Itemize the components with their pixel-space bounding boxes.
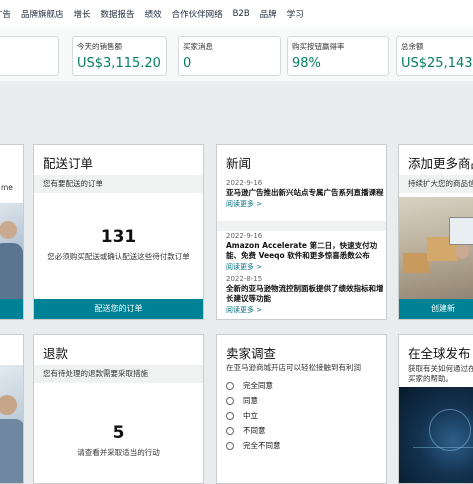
metric-card-partial[interactable] [0,36,59,76]
survey-option[interactable]: 完全同意 [226,380,273,391]
metric-label: 总余额 [401,42,424,51]
metric-label: 购买按钮赢得率 [292,42,345,51]
orders-description: 您必须购买配送或确认配送这些待付款订单 [47,252,190,261]
nav-b2b[interactable]: B2B [233,9,250,19]
metric-sales-today[interactable]: 今天的销售额 US$3,115.20 [72,36,167,76]
metric-buybox-rate[interactable]: 购买按钮赢得率 98% [287,36,389,76]
radio-button[interactable] [226,396,234,405]
nav-performance[interactable]: 绩效 [145,8,162,20]
global-description: 获取有关如何通过在 买家的帮助。 [408,364,473,384]
metric-value: US$25,143.94 [401,56,473,71]
card-title: 添加更多商品 [408,156,473,171]
orders-card: 配送订单 您有要配送的订单 131 您必须购买配送或确认配送这些待付款订单 配送… [33,144,204,320]
left-partial-card-bottom [0,334,24,484]
card-title: 卖家调查 [226,346,277,361]
news-card: 新闻 2022-9-16 亚马逊广告推出新兴站点专属广告系列直播课程 阅读更多 … [216,144,387,320]
news-divider [217,221,386,231]
metric-total-balance[interactable]: 总余额 US$25,143.94 [396,36,473,76]
nav-growth[interactable]: 增长 [74,8,91,20]
metric-value: 0 [183,56,192,71]
add-products-card: 添加更多商品 持续扩大您的商品信息 创建新 [398,144,473,320]
option-label: 同意 [243,396,258,405]
orders-count[interactable]: 131 [34,227,203,247]
read-more-link[interactable]: 阅读更多 > [226,305,386,315]
card-subtitle: 持续扩大您的商品信息 [399,175,473,193]
read-more-link[interactable]: 阅读更多 > [226,199,386,209]
left-partial-card-top: me [0,144,24,320]
partial-text: me [1,183,13,192]
news-item: 2022-9-16 亚马逊广告推出新兴站点专属广告系列直播课程 阅读更多 > [226,179,386,209]
warehouse-photo [399,197,473,301]
survey-question: 在亚马逊商城开店可以轻松接触到有利润 [226,363,361,372]
news-headline[interactable]: 全新的亚马逊物流控制面板提供了绩效指标和增长建议等功能 [226,284,386,304]
news-date: 2022-9-16 [226,179,263,187]
top-nav: 广告 品牌旗舰店 增长 数据报告 绩效 合作伙伴网络 B2B 品牌 学习 [0,0,473,28]
option-label: 不同意 [243,426,266,435]
metric-label: 买家消息 [183,42,213,51]
create-listing-button[interactable]: 创建新 [399,299,473,319]
refunds-card: 退款 您有待处理的退款需要采取措施 5 请查看并采取适当的行动 [33,334,204,484]
refunds-count[interactable]: 5 [34,423,203,443]
option-label: 完全同意 [243,381,273,390]
partial-action-button[interactable] [0,299,23,319]
survey-option[interactable]: 中立 [226,410,258,421]
news-headline[interactable]: Amazon Accelerate 第二日，快速支付功能、免费 Veeqo 软件… [226,241,386,261]
metric-value: US$3,115.20 [77,56,161,71]
nav-ads[interactable]: 广告 [0,8,11,20]
radio-button[interactable] [226,426,234,435]
survey-option[interactable]: 不同意 [226,425,266,436]
news-date: 2022-8-15 [226,275,263,283]
news-headline[interactable]: 亚马逊广告推出新兴站点专属广告系列直播课程 [226,188,386,198]
option-label: 完全不同意 [243,441,281,450]
card-title: 配送订单 [43,156,94,171]
card-title: 新闻 [226,156,252,171]
radio-button[interactable] [226,441,234,450]
card-title: 退款 [43,346,69,361]
news-date: 2022-9-16 [226,232,263,240]
ship-orders-button[interactable]: 配送您的订单 [34,299,203,319]
nav-partner-network[interactable]: 合作伙伴网络 [172,8,223,20]
card-subtitle: 您有待处理的退款需要采取措施 [34,365,203,383]
survey-option[interactable]: 同意 [226,395,258,406]
person-photo [0,203,23,301]
metric-value: 98% [292,56,321,71]
metric-label: 今天的销售额 [77,42,122,51]
survey-option[interactable]: 完全不同意 [226,440,281,451]
radio-button[interactable] [226,381,234,390]
nav-brand-store[interactable]: 品牌旗舰店 [21,8,64,20]
option-label: 中立 [243,411,258,420]
nav-brands[interactable]: 品牌 [260,8,277,20]
refunds-description: 请查看并采取适当的行动 [77,448,160,457]
news-item: 2022-8-15 全新的亚马逊物流控制面板提供了绩效指标和增长建议等功能 阅读… [226,275,386,315]
metric-buyer-messages[interactable]: 买家消息 0 [178,36,281,76]
nav-reports[interactable]: 数据报告 [101,8,135,20]
read-more-link[interactable]: 阅读更多 > [226,262,386,272]
global-desc-line: 买家的帮助。 [408,374,453,383]
nav-learn[interactable]: 学习 [287,8,304,20]
radio-button[interactable] [226,411,234,420]
global-selling-card: 在全球发布 获取有关如何通过在 买家的帮助。 [398,334,473,484]
person-photo [0,365,23,483]
card-subtitle: 您有要配送的订单 [34,175,203,193]
seller-survey-card: 卖家调查 在亚马逊商城开店可以轻松接触到有利润 完全同意 同意 中立 不同意 完… [216,334,387,484]
globe-photo [399,387,473,483]
news-item: 2022-9-16 Amazon Accelerate 第二日，快速支付功能、免… [226,232,386,272]
card-title: 在全球发布 [408,346,471,361]
global-desc-line: 获取有关如何通过在 [408,364,473,373]
